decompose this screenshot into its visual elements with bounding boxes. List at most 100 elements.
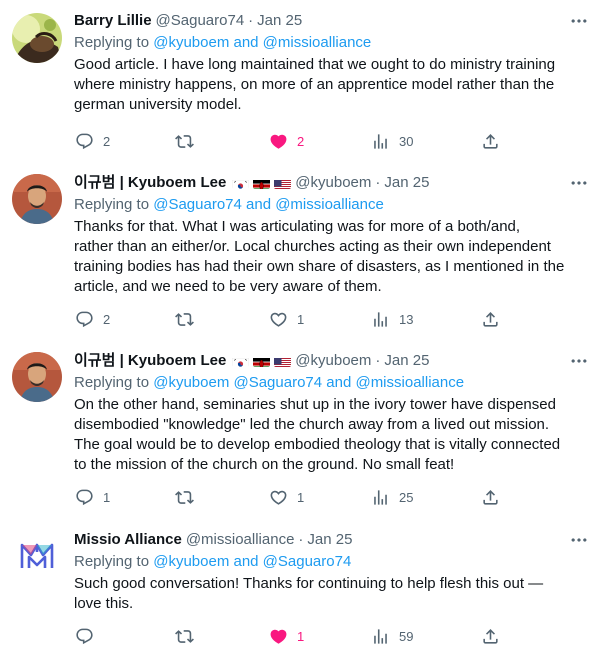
flag-kr-icon bbox=[232, 355, 250, 367]
tweet-header: Missio Alliance @missioalliance · Jan 25 bbox=[74, 529, 582, 551]
tweet-header: 이규범 | Kyuboem Lee @kyuboem · Jan 25 bbox=[74, 172, 582, 194]
user-handle[interactable]: @Saguaro74 bbox=[156, 10, 245, 32]
views-button[interactable]: 30 bbox=[370, 131, 413, 151]
tweet-text: On the other hand, seminaries shut up in… bbox=[74, 396, 561, 473]
views-button[interactable]: 25 bbox=[370, 487, 413, 507]
like-count: 1 bbox=[297, 628, 305, 644]
replying-to: Replying to @kyuboem @Saguaro74 and @mis… bbox=[74, 372, 582, 394]
flag-emojis bbox=[232, 177, 292, 189]
flag-ke-icon bbox=[253, 355, 271, 367]
flag-kr-icon bbox=[232, 177, 250, 189]
tweet[interactable]: Barry Lillie @Saguaro74 · Jan 25 Replyin… bbox=[0, 10, 596, 160]
avatar[interactable] bbox=[12, 13, 62, 63]
tweet[interactable]: Missio Alliance @missioalliance · Jan 25… bbox=[0, 529, 596, 649]
avatar-image bbox=[12, 352, 62, 402]
flag-ke-icon bbox=[253, 177, 271, 189]
reply-button[interactable] bbox=[74, 626, 103, 646]
avatar[interactable] bbox=[12, 531, 62, 581]
timestamp[interactable]: Jan 25 bbox=[257, 10, 302, 32]
reply-count: 2 bbox=[103, 133, 111, 149]
more-icon[interactable] bbox=[568, 531, 590, 549]
reply-button[interactable]: 1 bbox=[74, 487, 110, 507]
tweet[interactable]: 이규범 | Kyuboem Lee @kyuboem · Jan 25 Repl… bbox=[0, 172, 596, 337]
retweet-icon bbox=[174, 487, 194, 507]
reply-icon bbox=[74, 131, 94, 151]
tweet[interactable]: 이규범 | Kyuboem Lee @kyuboem · Jan 25 Repl… bbox=[0, 350, 596, 515]
display-name[interactable]: 이규범 | Kyuboem Lee bbox=[74, 350, 226, 372]
like-icon bbox=[268, 626, 288, 646]
reply-icon bbox=[74, 487, 94, 507]
views-button[interactable]: 59 bbox=[370, 626, 413, 646]
flag-emojis bbox=[232, 355, 292, 367]
reply-icon bbox=[74, 626, 94, 646]
timestamp[interactable]: Jan 25 bbox=[384, 350, 429, 372]
more-icon[interactable] bbox=[568, 12, 590, 30]
retweet-icon bbox=[174, 626, 194, 646]
tweet-actions: 2 2 30 bbox=[74, 131, 504, 151]
user-handle[interactable]: @kyuboem bbox=[295, 350, 371, 372]
display-name[interactable]: 이규범 | Kyuboem Lee bbox=[74, 172, 226, 194]
tweet-actions: 1 59 bbox=[74, 626, 504, 646]
tweet-text: Good article. I have long maintained tha… bbox=[74, 56, 556, 113]
more-icon[interactable] bbox=[568, 174, 590, 192]
mention-link[interactable]: @kyuboem @Saguaro74 and @missioalliance bbox=[153, 374, 464, 391]
like-count: 2 bbox=[297, 133, 305, 149]
avatar-image bbox=[12, 174, 62, 224]
avatar[interactable] bbox=[12, 352, 62, 402]
like-count: 1 bbox=[297, 311, 305, 327]
reply-button[interactable]: 2 bbox=[74, 131, 110, 151]
share-button[interactable] bbox=[480, 309, 500, 329]
tweet-text: Such good conversation! Thanks for conti… bbox=[74, 575, 544, 612]
share-icon bbox=[480, 131, 500, 151]
like-button[interactable]: 1 bbox=[268, 309, 304, 329]
share-button[interactable] bbox=[480, 626, 500, 646]
replying-to-label: Replying to bbox=[74, 196, 154, 213]
retweet-button[interactable] bbox=[174, 487, 203, 507]
share-icon bbox=[480, 487, 500, 507]
display-name[interactable]: Barry Lillie bbox=[74, 10, 152, 32]
retweet-button[interactable] bbox=[174, 626, 203, 646]
flag-us-icon bbox=[274, 355, 292, 367]
replying-to: Replying to @kyuboem and @missioalliance bbox=[74, 32, 582, 54]
like-button[interactable]: 1 bbox=[268, 626, 304, 646]
user-handle[interactable]: @kyuboem bbox=[295, 172, 371, 194]
views-count: 13 bbox=[399, 311, 414, 327]
views-icon bbox=[370, 309, 390, 329]
like-icon bbox=[268, 131, 288, 151]
tweet-header: 이규범 | Kyuboem Lee @kyuboem · Jan 25 bbox=[74, 350, 582, 372]
reply-count: 2 bbox=[103, 311, 111, 327]
replying-to-label: Replying to bbox=[74, 34, 154, 51]
share-button[interactable] bbox=[480, 131, 500, 151]
views-count: 25 bbox=[399, 489, 414, 505]
timestamp[interactable]: Jan 25 bbox=[307, 529, 352, 551]
flag-us-icon bbox=[274, 177, 292, 189]
retweet-button[interactable] bbox=[174, 131, 203, 151]
missio-logo-icon bbox=[12, 531, 62, 581]
avatar[interactable] bbox=[12, 174, 62, 224]
timestamp[interactable]: Jan 25 bbox=[384, 172, 429, 194]
mention-link[interactable]: @kyuboem and @Saguaro74 bbox=[153, 553, 351, 570]
separator: · bbox=[375, 352, 381, 369]
share-button[interactable] bbox=[480, 487, 500, 507]
like-button[interactable]: 1 bbox=[268, 487, 304, 507]
mention-link[interactable]: @Saguaro74 and @missioalliance bbox=[153, 196, 384, 213]
views-icon bbox=[370, 131, 390, 151]
more-icon[interactable] bbox=[568, 352, 590, 370]
retweet-icon bbox=[174, 131, 194, 151]
retweet-icon bbox=[174, 309, 194, 329]
views-button[interactable]: 13 bbox=[370, 309, 413, 329]
views-count: 59 bbox=[399, 628, 414, 644]
separator: · bbox=[248, 12, 254, 29]
user-handle[interactable]: @missioalliance bbox=[186, 529, 295, 551]
mention-link[interactable]: @kyuboem and @missioalliance bbox=[153, 34, 371, 51]
tweet-actions: 2 1 13 bbox=[74, 309, 504, 329]
replying-to-label: Replying to bbox=[74, 374, 154, 391]
replying-to: Replying to @kyuboem and @Saguaro74 bbox=[74, 551, 582, 573]
reply-button[interactable]: 2 bbox=[74, 309, 110, 329]
display-name[interactable]: Missio Alliance bbox=[74, 529, 182, 551]
retweet-button[interactable] bbox=[174, 309, 203, 329]
like-button[interactable]: 2 bbox=[268, 131, 304, 151]
reply-icon bbox=[74, 309, 94, 329]
tweet-actions: 1 1 25 bbox=[74, 487, 504, 507]
like-icon bbox=[268, 309, 288, 329]
